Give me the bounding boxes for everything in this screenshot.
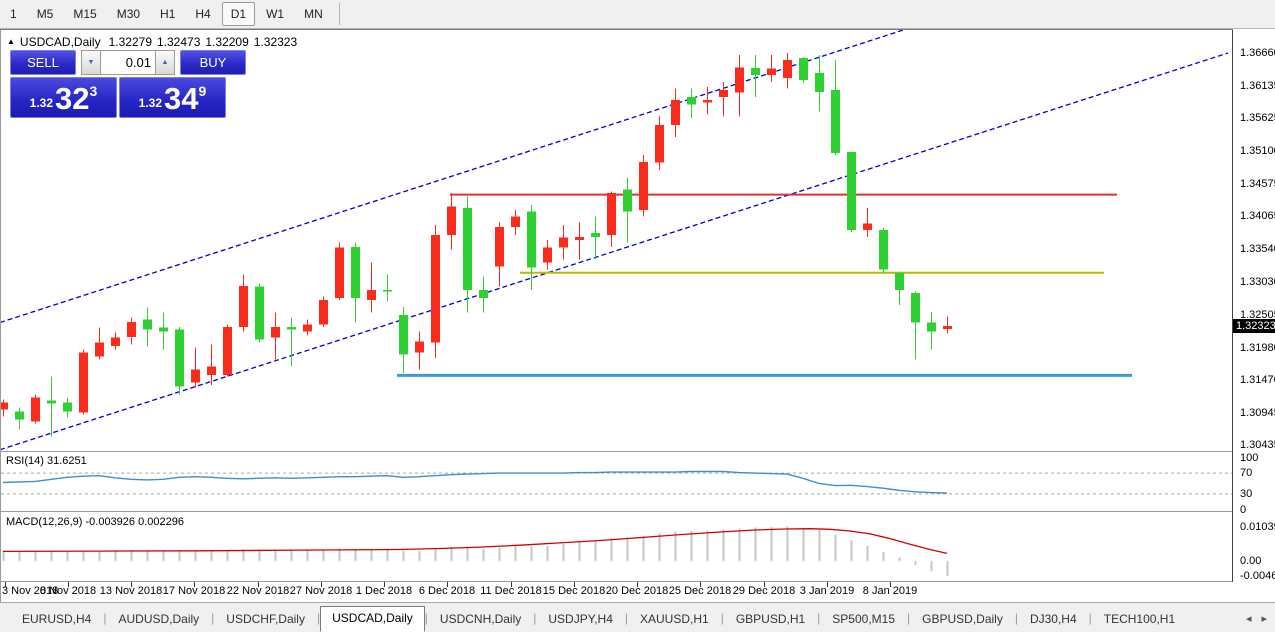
macd-name: MACD(12,26,9)	[6, 516, 82, 528]
rsi-value: 31.6251	[47, 455, 87, 467]
macd-signal-value: 0.002296	[138, 516, 184, 528]
macd-axis-label: 0.010397	[1240, 521, 1275, 533]
ohlc-high: 1.32473	[157, 35, 200, 49]
chart-tab-usdcad[interactable]: USDCAD,Daily	[320, 606, 425, 632]
bid-price-pip: 3	[90, 83, 98, 99]
volume-decrement-button[interactable]: ▼	[81, 50, 101, 75]
date-axis-label: 20 Dec 2018	[606, 585, 668, 597]
chart-tabs-bar: EURUSD,H4|AUDUSD,Daily|USDCHF,Daily|USDC…	[0, 602, 1275, 632]
date-axis-label: 13 Nov 2018	[100, 585, 162, 597]
price-axis-label: 1.30945	[1240, 407, 1275, 419]
ohlc-low: 1.32209	[205, 35, 248, 49]
price-axis-label: 1.30435	[1240, 439, 1275, 451]
timeframe-button-mn[interactable]: MN	[295, 2, 332, 26]
rsi-indicator-label: RSI(14) 31.6251	[6, 455, 87, 467]
chart-symbol-period: USDCAD,Daily	[20, 35, 101, 49]
timeframe-button-w1[interactable]: W1	[257, 2, 293, 26]
chart-title: ▲ USDCAD,Daily 1.32279 1.32473 1.32209 1…	[7, 35, 297, 49]
volume-input[interactable]	[101, 50, 155, 75]
ask-price-prefix: 1.32	[139, 96, 162, 110]
price-axis[interactable]: 1.32323 1.36660 1.36135 1.35625 1.35100 1.34…	[1233, 29, 1275, 602]
bid-price-prefix: 1.32	[30, 96, 53, 110]
chart-tab-xauusd[interactable]: XAUUSD,H1	[628, 607, 721, 632]
date-axis-label: 17 Nov 2018	[163, 585, 225, 597]
timeframe-button-m15[interactable]: M15	[64, 2, 105, 26]
date-axis-label: 8 Nov 2018	[40, 585, 96, 597]
date-axis-label: 6 Dec 2018	[419, 585, 475, 597]
sell-button[interactable]: SELL	[10, 50, 76, 75]
date-axis-label: 29 Dec 2018	[733, 585, 795, 597]
current-price-tag: 1.32323	[1233, 319, 1275, 333]
price-axis-label: 1.36135	[1240, 80, 1275, 92]
chart-tab-usdcnh[interactable]: USDCNH,Daily	[428, 607, 533, 632]
chart-tab-gbpusd[interactable]: GBPUSD,Daily	[910, 607, 1015, 632]
timeframe-toolbar: 1M5M15M30H1H4D1W1MN	[0, 0, 1275, 29]
mt4-window: 1M5M15M30H1H4D1W1MN ▲ USDCAD,Daily 1.322…	[0, 0, 1275, 631]
tab-scroll-nav: ◂ ▸	[1246, 614, 1267, 625]
price-axis-label: 1.33540	[1240, 243, 1275, 255]
date-axis-label: 1 Dec 2018	[356, 585, 412, 597]
tabs-scroll-right-icon[interactable]: ▸	[1261, 614, 1267, 625]
price-axis-label: 1.34065	[1240, 210, 1275, 222]
price-axis-label: 1.34575	[1240, 178, 1275, 190]
timeframe-button-1[interactable]: 1	[1, 2, 26, 26]
date-axis-label: 3 Jan 2019	[800, 585, 854, 597]
timeframe-button-m30[interactable]: M30	[108, 2, 149, 26]
price-axis-label: 1.33030	[1240, 276, 1275, 288]
date-axis-label: 25 Dec 2018	[669, 585, 731, 597]
price-axis-label: 1.35100	[1240, 145, 1275, 157]
ask-price-pip: 9	[199, 83, 207, 99]
rsi-axis-label: 100	[1240, 452, 1258, 464]
macd-axis-label: 0.00	[1240, 555, 1261, 567]
price-axis-label: 1.35625	[1240, 112, 1275, 124]
date-axis-label: 27 Nov 2018	[290, 585, 352, 597]
timeframe-button-d1[interactable]: D1	[222, 2, 255, 26]
chart-tab-eurusd[interactable]: EURUSD,H4	[10, 607, 103, 632]
price-axis-label: 1.31470	[1240, 374, 1275, 386]
macd-main-value: -0.003926	[85, 516, 135, 528]
macd-indicator-label: MACD(12,26,9) -0.003926 0.002296	[6, 516, 184, 528]
volume-increment-button[interactable]: ▲	[155, 50, 175, 75]
macd-axis-label: -0.004608	[1240, 570, 1275, 582]
collapse-panel-icon[interactable]: ▲	[7, 37, 15, 46]
ohlc-close: 1.32323	[254, 35, 297, 49]
timeframe-button-h4[interactable]: H4	[186, 2, 219, 26]
date-axis-label: 15 Dec 2018	[543, 585, 605, 597]
volume-stepper: ▼ ▲	[81, 50, 175, 75]
rsi-axis-label: 0	[1240, 504, 1246, 516]
chart-tab-usdchf[interactable]: USDCHF,Daily	[214, 607, 317, 632]
chart-tab-gbpusd[interactable]: GBPUSD,H1	[724, 607, 817, 632]
timeframe-button-h1[interactable]: H1	[151, 2, 184, 26]
bid-price-main: 32	[55, 82, 89, 116]
timeframe-button-m5[interactable]: M5	[28, 2, 63, 26]
toolbar-separator	[339, 3, 340, 25]
date-axis-label: 8 Jan 2019	[863, 585, 917, 597]
date-axis-label: 22 Nov 2018	[227, 585, 289, 597]
chart-tab-usdjpy[interactable]: USDJPY,H4	[536, 607, 624, 632]
chart-tab-sp500[interactable]: SP500,M15	[820, 607, 907, 632]
date-axis-label: 11 Dec 2018	[480, 585, 542, 597]
chart-tabs: EURUSD,H4|AUDUSD,Daily|USDCHF,Daily|USDC…	[0, 606, 1187, 632]
bid-price-button[interactable]: 1.32 32 3	[10, 77, 117, 118]
price-axis-label: 1.31980	[1240, 342, 1275, 354]
ohlc-open: 1.32279	[109, 35, 152, 49]
price-axis-label: 1.36660	[1240, 47, 1275, 59]
rsi-axis-label: 30	[1240, 488, 1252, 500]
buy-button[interactable]: BUY	[180, 50, 246, 75]
rsi-name: RSI(14)	[6, 455, 44, 467]
tabs-scroll-left-icon[interactable]: ◂	[1246, 614, 1252, 625]
ask-price-main: 34	[164, 82, 198, 116]
ask-price-button[interactable]: 1.32 34 9	[119, 77, 226, 118]
one-click-trade-panel: SELL ▼ ▲ BUY 1.32 32 3 1.32 34 9	[10, 50, 226, 118]
chart-tab-dj30[interactable]: DJ30,H4	[1018, 607, 1089, 632]
rsi-axis-label: 70	[1240, 467, 1252, 479]
chart-tab-audusd[interactable]: AUDUSD,Daily	[106, 607, 211, 632]
chart-tab-tech100[interactable]: TECH100,H1	[1092, 607, 1187, 632]
